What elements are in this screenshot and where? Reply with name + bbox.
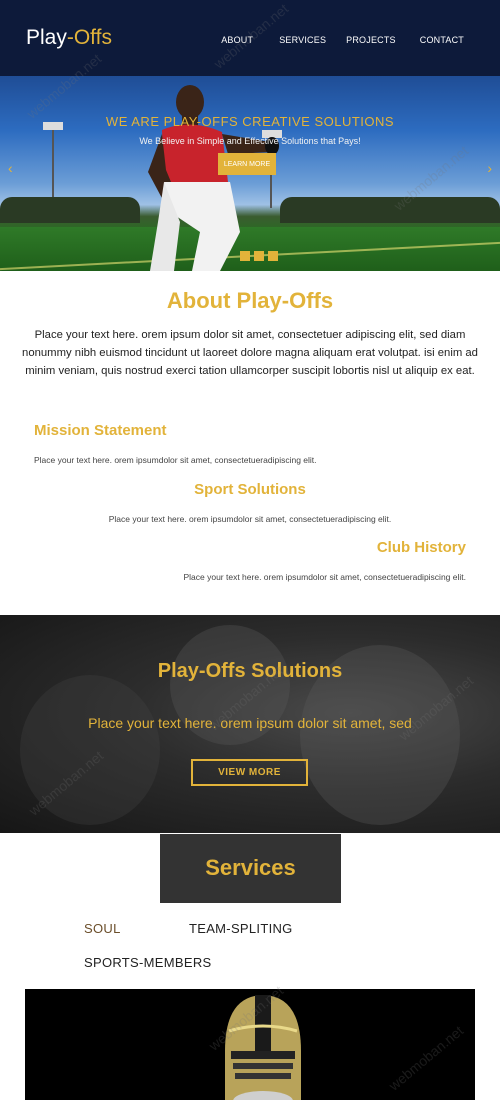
slider-dots [240, 251, 278, 261]
about-text: Place your text here. orem ipsum dolor s… [22, 329, 478, 377]
football-player-image [148, 85, 279, 271]
sport-solutions-title: Sport Solutions [194, 481, 306, 498]
services-title: Services [205, 855, 296, 880]
view-more-button[interactable]: VIEW MORE [191, 759, 308, 786]
tab-team-spliting[interactable]: TEAM-SPLITING [189, 921, 293, 936]
nav-about[interactable]: ABOUT [221, 35, 253, 45]
solutions-banner: Play-Offs Solutions Place your text here… [0, 615, 500, 833]
club-history-title: Club History [376, 539, 466, 556]
main-nav: ABOUT SERVICES PROJECTS CONTACT [221, 35, 464, 45]
chevron-left-icon[interactable]: ‹ [8, 160, 13, 176]
hero-slider: WE ARE PLAY-OFFS CREATIVE SOLUTIONS We B… [0, 76, 500, 271]
slider-dot-2[interactable] [254, 251, 264, 261]
tree-line [280, 197, 500, 223]
sport-solutions-text: Place your text here. orem ipsumdolor si… [108, 514, 392, 524]
nav-services[interactable]: SERVICES [279, 35, 326, 45]
solutions-text: Place your text here. orem ipsum dolor s… [88, 715, 412, 731]
mission-statement-title: Mission Statement [34, 422, 167, 439]
background-players-image [20, 675, 160, 825]
services-image [25, 989, 475, 1100]
logo-text: Play [26, 26, 67, 49]
logo[interactable]: Play-Offs [26, 26, 112, 50]
hero-title: WE ARE PLAY-OFFS CREATIVE SOLUTIONS [105, 114, 395, 129]
tab-sports-members[interactable]: SPORTS-MEMBERS [84, 955, 211, 970]
nav-contact[interactable]: CONTACT [420, 35, 464, 45]
slider-dot-3[interactable] [268, 251, 278, 261]
logo-accent-text: -Offs [66, 26, 112, 49]
learn-more-button[interactable]: LEARN MORE [218, 153, 276, 175]
slider-dot-1[interactable] [240, 251, 250, 261]
club-history-text: Place your text here. orem ipsumdolor si… [183, 572, 466, 582]
hero-subtitle: We Believe in Simple and Effective Solut… [139, 136, 361, 146]
site-header: Play-Offs ABOUT SERVICES PROJECTS CONTAC… [0, 0, 500, 76]
about-title: About Play-Offs [166, 288, 334, 313]
chevron-right-icon[interactable]: › [487, 160, 492, 176]
mission-statement-text: Place your text here. orem ipsumdolor si… [34, 455, 317, 465]
football-helmet-image [225, 995, 301, 1100]
tab-soul[interactable]: SOUL [84, 921, 121, 936]
services-title-box: Services [160, 834, 341, 903]
solutions-title: Play-Offs Solutions [157, 660, 343, 682]
tree-line [0, 197, 140, 223]
nav-projects[interactable]: PROJECTS [346, 35, 396, 45]
